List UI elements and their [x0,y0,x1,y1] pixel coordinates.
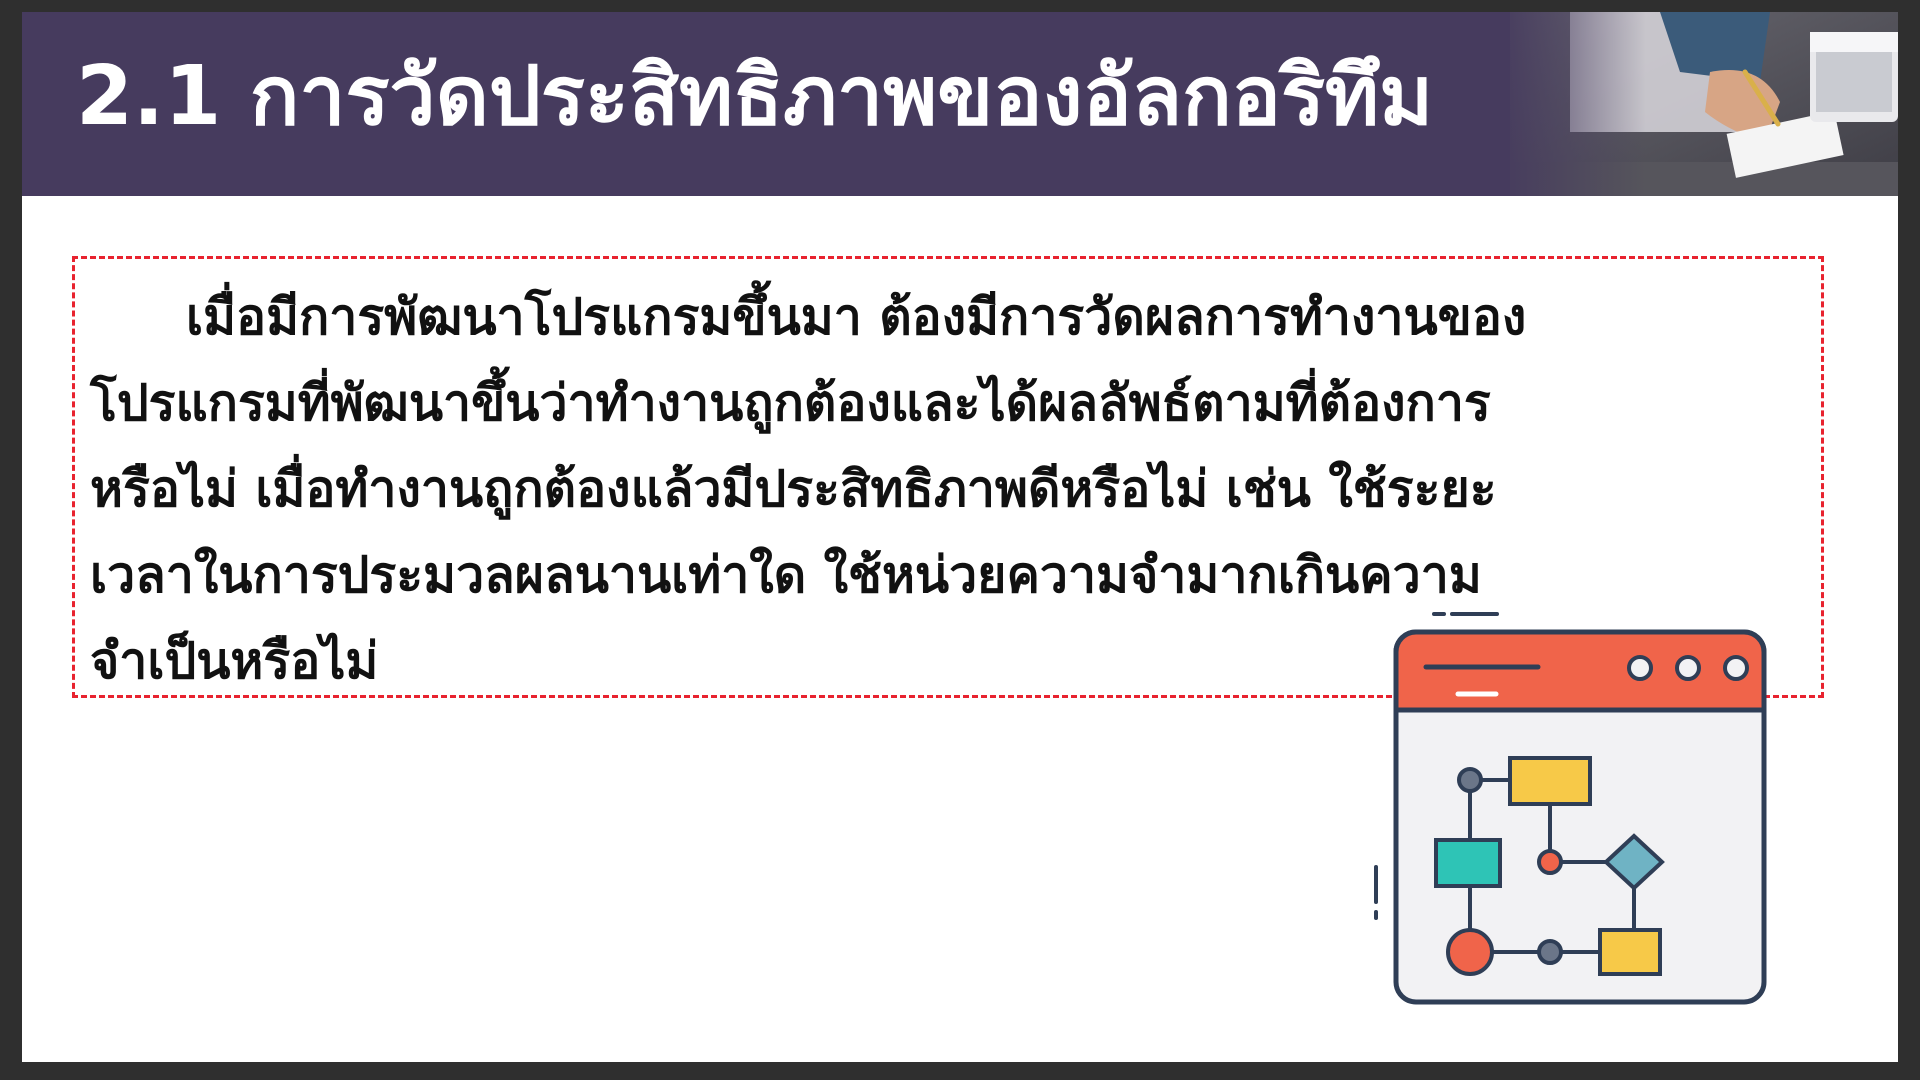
slide: 2.1 การวัดประสิทธิภาพของอัลกอริทึม เมื่อ… [22,12,1898,1062]
person-writing-photo [1510,12,1898,196]
slide-title: 2.1 การวัดประสิทธิภาพของอัลกอริทึม [76,49,1434,144]
paragraph-line: เมื่อมีการพัฒนาโปรแกรมขึ้นมา ต้องมีการวั… [186,288,1527,346]
title-bar: 2.1 การวัดประสิทธิภาพของอัลกอริทึม [22,12,1898,196]
paragraph-line: หรือไม่ เมื่อทำงานถูกต้องแล้วมีประสิทธิภ… [90,460,1497,518]
paragraph-line: โปรแกรมที่พัฒนาขึ้นว่าทำงานถูกต้องและได้… [90,374,1491,432]
flowchart-window-icon [1374,612,1767,1005]
